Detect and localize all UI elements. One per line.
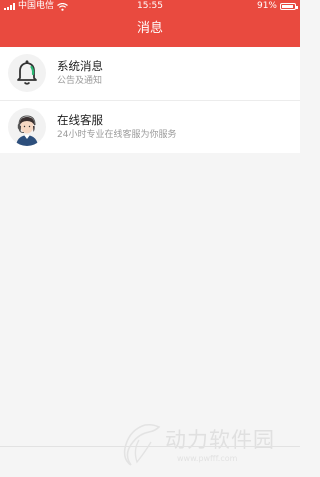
status-right: 91%: [256, 0, 298, 13]
list-item-online-service[interactable]: 在线客服 24小时专业在线客服为你服务: [0, 100, 300, 153]
message-list: 系统消息 公告及通知 在线客服 24小时专业在线客服为你服务: [0, 47, 300, 153]
item-subtitle: 公告及通知: [57, 76, 103, 86]
watermark-url: www.pwfff.com: [177, 454, 238, 463]
item-title: 系统消息: [57, 59, 103, 73]
app-header: 中国电信 15:55 91% 消息: [0, 0, 300, 47]
battery-percent: 91%: [256, 1, 277, 11]
watermark: 动力软件园 www.pwfff.com: [115, 420, 300, 468]
battery-icon: [280, 3, 298, 10]
status-time: 15:55: [137, 1, 163, 11]
bottom-divider: [0, 446, 300, 447]
item-title: 在线客服: [57, 113, 103, 127]
watermark-logo-icon: [123, 423, 161, 466]
list-item-system-messages[interactable]: 系统消息 公告及通知: [0, 47, 300, 100]
status-bar: 中国电信 15:55 91%: [0, 0, 300, 13]
bell-icon: [8, 54, 46, 92]
item-subtitle: 24小时专业在线客服为你服务: [57, 130, 177, 140]
customer-service-avatar-icon: [8, 108, 46, 146]
page-title: 消息: [136, 21, 163, 36]
system-messages-text: 系统消息 公告及通知: [57, 58, 103, 88]
watermark-brand: 动力软件园: [165, 428, 275, 452]
online-service-text: 在线客服 24小时专业在线客服为你服务: [57, 112, 176, 142]
